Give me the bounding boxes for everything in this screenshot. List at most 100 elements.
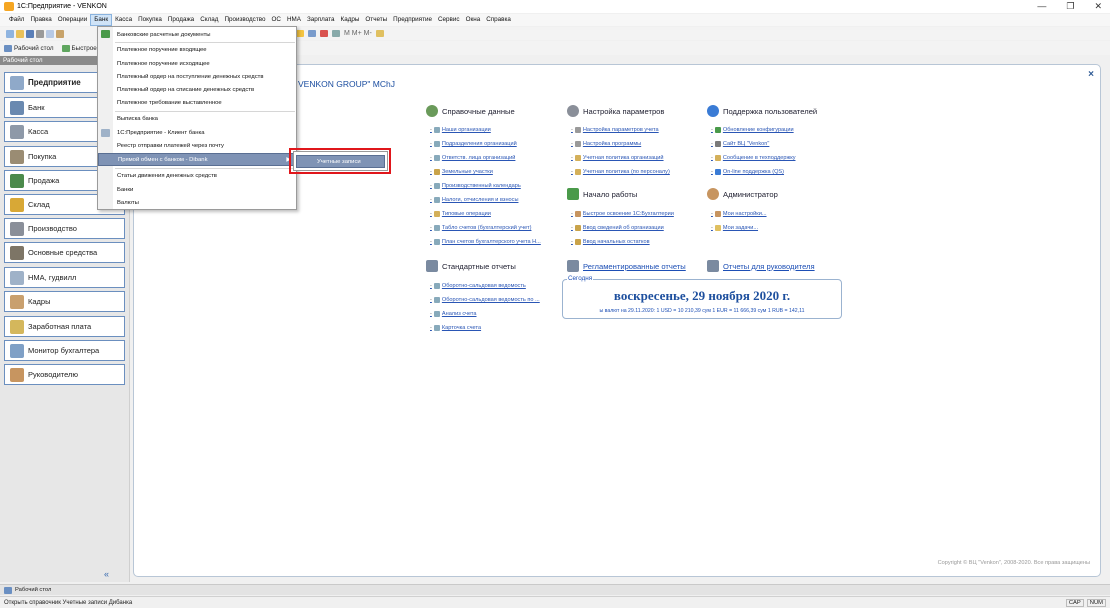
menu-item-incoming-order[interactable]: Платежное поручение входящее [98, 43, 296, 56]
paste-icon[interactable] [56, 29, 64, 38]
menu-service[interactable]: Сервис [435, 14, 463, 26]
calendar-icon[interactable] [308, 30, 316, 37]
cut-icon[interactable] [36, 29, 44, 38]
organization-title[interactable]: VENKON GROUP" MChJ [298, 79, 395, 89]
calc-icon[interactable] [320, 30, 328, 37]
link-label: Обновление конфигурации [722, 127, 794, 133]
link-typical-operations[interactable]: - Типовые операции [430, 211, 491, 217]
nav-production[interactable]: Производство [4, 218, 125, 239]
link-production-calendar[interactable]: - Производственный календарь [430, 183, 521, 189]
menu-item-mail-registry[interactable]: Реестр отправки платежей через почту [98, 139, 296, 152]
link-my-settings[interactable]: - Мои настройки... [711, 211, 767, 217]
minimize-button[interactable]: — [1037, 0, 1046, 13]
link-config-update[interactable]: - Обновление конфигурации [711, 127, 794, 133]
menu-item-receipt-order[interactable]: Платежный ордер на поступление денежных … [98, 70, 296, 83]
purchase-icon [10, 149, 24, 164]
link-label: Оборотно-сальдовая ведомость по ... [441, 297, 540, 303]
menu-item-writeoff-order[interactable]: Платежный ордер на списание денежных сре… [98, 83, 296, 96]
menu-edit[interactable]: Правка [27, 14, 54, 26]
menu-file[interactable]: Файл [6, 14, 27, 26]
link-support-message[interactable]: - Сообщение в техподдержку [711, 155, 796, 161]
link-my-tasks[interactable]: - Мои задачи... [711, 225, 758, 231]
section-title: Начало работы [583, 189, 638, 199]
menu-item-currencies[interactable]: Валюты [98, 196, 296, 209]
nav-label: Покупка [28, 152, 57, 161]
info-icon[interactable] [296, 30, 304, 37]
tab-desktop[interactable]: Рабочий стол [15, 587, 51, 593]
users-icon[interactable] [332, 30, 340, 37]
menu-purchase[interactable]: Покупка [135, 14, 165, 26]
link-accounts-board[interactable]: - Табло счетов (бухгалтерский учет) [430, 225, 531, 231]
nav-salary[interactable]: Заработная плата [4, 316, 125, 337]
menu-os[interactable]: ОС [269, 14, 284, 26]
restore-button[interactable]: ❐ [1066, 0, 1074, 13]
hint-icon[interactable] [375, 30, 384, 37]
link-account-analysis[interactable]: - Анализ счета [430, 311, 477, 317]
menu-item-outgoing-order[interactable]: Платежное поручение исходящее [98, 57, 296, 70]
close-button[interactable]: ✕ [1094, 0, 1102, 13]
menu-help[interactable]: Справка [483, 14, 514, 26]
link-opening-balances[interactable]: - Ввод начальных остатков [571, 239, 650, 245]
menu-hr[interactable]: Кадры [338, 14, 363, 26]
copy-icon[interactable] [46, 29, 54, 38]
link-departments[interactable]: - Подразделения организаций [430, 141, 517, 147]
menu-enterprise[interactable]: Предприятие [390, 14, 435, 26]
menu-cash[interactable]: Касса [112, 14, 135, 26]
link-our-orgs[interactable]: - Наши организации [430, 127, 491, 133]
menu-salary[interactable]: Зарплата [304, 14, 338, 26]
menu-nma[interactable]: НМА [284, 14, 304, 26]
link-org-info[interactable]: - Ввод сведений об организации [571, 225, 664, 231]
report-icon [433, 325, 440, 331]
menu-item-dibank[interactable]: Прямой обмен с банком - Dibank ▶ [98, 153, 296, 167]
doc-icon [433, 183, 440, 189]
close-desktop-icon[interactable]: × [1088, 69, 1094, 80]
section-reg-reports[interactable]: Регламентированные отчеты [567, 260, 686, 272]
link-turnover-sheet-by[interactable]: - Оборотно-сальдовая ведомость по ... [430, 297, 540, 303]
nav-fixed-assets[interactable]: Основные средства [4, 242, 125, 263]
section-reference: Справочные данные [426, 105, 515, 117]
menu-sales[interactable]: Продажа [165, 14, 197, 26]
section-title[interactable]: Регламентированные отчеты [583, 262, 686, 271]
memory-buttons[interactable]: M M+ M- [344, 30, 372, 37]
desktop-button[interactable]: Рабочий стол [4, 44, 54, 52]
menu-item-bank-docs[interactable]: Банковские расчетные документы [98, 28, 296, 41]
balance-icon [574, 239, 581, 245]
link-chart-of-accounts[interactable]: - План счетов бухгалтерского учета Н... [430, 239, 541, 245]
section-mgr-reports[interactable]: Отчеты для руководителя [707, 260, 815, 272]
collapse-panel-icon[interactable]: « [104, 569, 109, 579]
menu-item-client-bank[interactable]: 1С:Предприятие - Клиент банка [98, 126, 296, 139]
link-program-settings[interactable]: - Настройка программы [571, 141, 641, 147]
link-personnel-policy[interactable]: - Учетная политика (по персоналу) [571, 169, 670, 175]
open-icon[interactable] [16, 29, 24, 38]
menu-item-payment-request[interactable]: Платежное требование выставленное [98, 96, 296, 109]
menu-item-banks[interactable]: Банки [98, 183, 296, 196]
nav-accountant-monitor[interactable]: Монитор бухгалтера [4, 340, 125, 361]
nav-hr[interactable]: Кадры [4, 291, 125, 312]
nav-manager[interactable]: Руководителю [4, 364, 125, 385]
menu-production[interactable]: Производство [221, 14, 268, 26]
menu-bank[interactable]: Банк [90, 14, 113, 26]
policy-icon [574, 155, 581, 161]
nav-intangibles[interactable]: НМА, гудвилл [4, 267, 125, 288]
menu-operations[interactable]: Операции [55, 14, 90, 26]
link-account-card[interactable]: - Карточка счета [430, 325, 481, 331]
link-taxes[interactable]: - Налоги, отчисления и взносы [430, 197, 518, 203]
link-online-support[interactable]: - On-line поддержка (QS) [711, 169, 784, 175]
menu-reports[interactable]: Отчеты [362, 14, 390, 26]
link-venkon-site[interactable]: - Сайт ВЦ "Venkon" [711, 141, 769, 147]
link-turnover-sheet[interactable]: - Оборотно-сальдовая ведомость [430, 283, 526, 289]
link-org-accounting-policy[interactable]: - Учетная политика организаций [571, 155, 664, 161]
link-quick-learning[interactable]: - Быстрое освоение 1С:Бухгалтерии [571, 211, 674, 217]
menu-warehouse[interactable]: Склад [197, 14, 221, 26]
link-land-plots[interactable]: - Земельные участки [430, 169, 493, 175]
menu-item-bank-statement[interactable]: Выписка банка [98, 112, 296, 125]
menu-windows[interactable]: Окна [463, 14, 484, 26]
link-responsible-persons[interactable]: - Ответств. лица организаций [430, 155, 515, 161]
quick-button[interactable]: Быстрое [61, 44, 97, 52]
link-accounting-params[interactable]: - Настройка параметров учета [571, 127, 659, 133]
save-icon[interactable] [26, 29, 34, 38]
section-title[interactable]: Отчеты для руководителя [723, 262, 815, 271]
new-icon[interactable] [6, 29, 14, 38]
link-label: Мои настройки... [722, 211, 767, 217]
menu-item-cash-flow-items[interactable]: Статьи движения денежных средств [98, 169, 296, 182]
